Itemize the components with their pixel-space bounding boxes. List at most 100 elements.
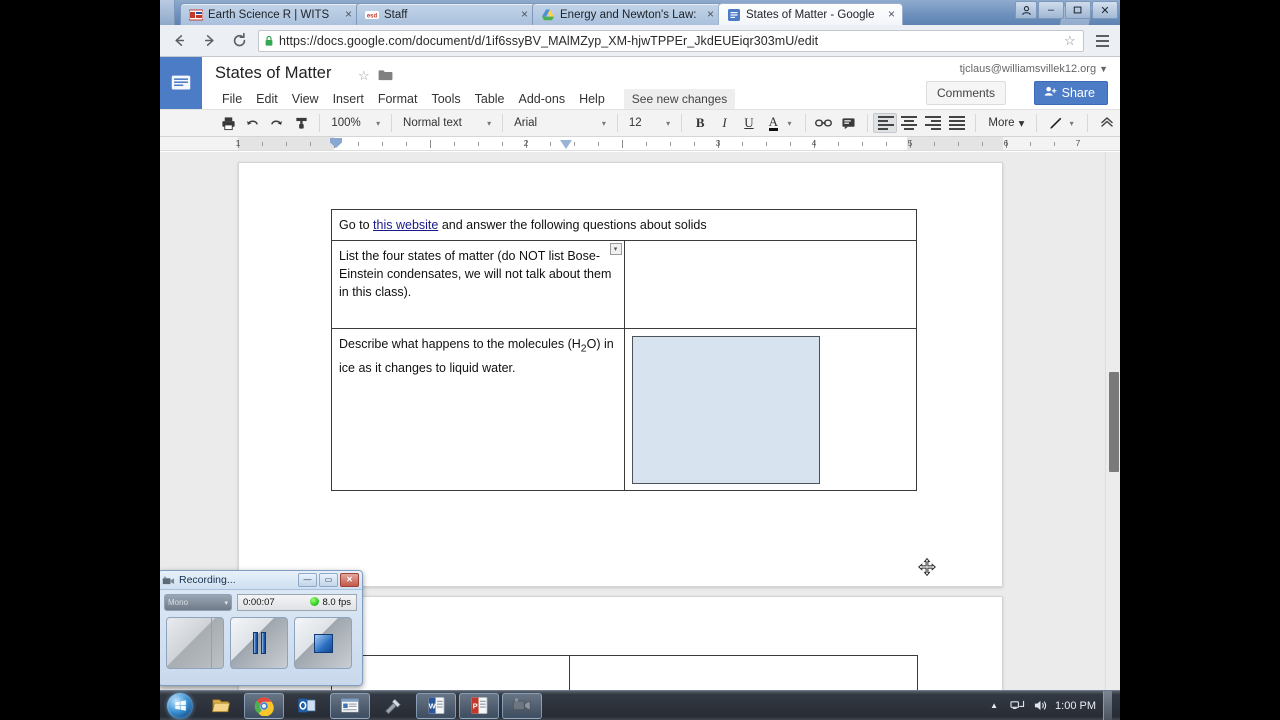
question-cell-1[interactable]: List the four states of matter (do NOT l… [331,240,625,329]
chrome-menu-button[interactable] [1092,30,1112,52]
forward-button[interactable] [198,30,220,52]
folder-icon[interactable] [378,68,393,86]
show-desktop-button[interactable] [1103,690,1112,720]
menu-item-addons[interactable]: Add-ons [512,90,573,108]
menu-item-insert[interactable]: Insert [326,90,371,108]
address-bar[interactable]: https://docs.google.com/document/d/1if6s… [258,29,1084,52]
user-profile-button[interactable] [1015,1,1037,19]
share-button[interactable]: Share [1033,81,1108,105]
pencil-icon[interactable] [1043,112,1067,134]
google-docs-icon [727,8,741,22]
minimize-button[interactable]: – [1038,1,1064,19]
taskbar-clock[interactable]: 1:00 PM [1055,700,1096,712]
google-docs-logo[interactable] [160,57,202,109]
edit-mode-dropdown[interactable]: ▾ [1068,112,1081,134]
menu-item-edit[interactable]: Edit [249,90,285,108]
image-placeholder[interactable] [631,336,820,484]
menu-item-view[interactable]: View [285,90,326,108]
text-color-dropdown[interactable]: ▾ [785,112,798,134]
star-icon[interactable]: ☆ [358,68,370,84]
menu-item-tools[interactable]: Tools [424,90,467,108]
italic-button[interactable]: I [712,112,736,134]
underline-button[interactable]: U [737,112,761,134]
bold-button[interactable]: B [688,112,712,134]
align-center-icon[interactable] [897,113,921,133]
taskbar-item-tool[interactable] [373,693,413,719]
menu-item-help[interactable]: Help [572,90,612,108]
audio-source-dropdown[interactable]: Mono ▾ [164,594,232,611]
font-family-dropdown[interactable]: Arial ▾ [509,112,611,134]
browser-tab-3[interactable]: States of Matter - Google × [718,3,903,25]
reload-button[interactable] [228,30,250,52]
network-icon[interactable] [1009,698,1025,714]
font-size-dropdown[interactable]: 12 ▾ [624,112,675,134]
link-icon[interactable] [812,112,836,134]
questions-table-page2[interactable] [331,655,918,690]
undo-icon[interactable] [240,112,264,134]
toolbar-separator [804,114,806,132]
start-button[interactable] [162,692,198,720]
align-justify-icon[interactable] [945,113,969,133]
tab-close-icon[interactable]: × [342,8,355,21]
comments-button[interactable]: Comments [925,81,1006,105]
print-icon[interactable] [216,112,240,134]
taskbar-item-powerpoint[interactable]: P [459,692,499,719]
taskbar-item-window-app[interactable] [330,692,370,719]
add-comment-icon[interactable] [836,112,860,134]
close-window-button[interactable]: ✕ [1092,1,1118,19]
question-cell-2[interactable]: Describe what happens to the molecules (… [331,328,625,491]
bookmark-star-icon[interactable]: ☆ [1064,34,1078,47]
maximize-button[interactable] [1065,1,1091,19]
questions-table[interactable]: Go to this website and answer the follow… [331,209,917,491]
screen-recorder-window[interactable]: Recording... — ▭ ✕ Mono ▾ 0:00:07 8.0 fp… [158,570,363,686]
paragraph-style-dropdown[interactable]: Normal text ▾ [398,112,496,134]
folder-explorer-icon [211,699,230,713]
volume-icon[interactable] [1032,698,1048,714]
tab-close-icon[interactable]: × [885,8,898,21]
paint-format-icon[interactable] [289,112,313,134]
align-left-icon[interactable] [873,113,898,133]
menu-item-format[interactable]: Format [371,90,425,108]
record-button[interactable] [166,617,224,669]
google-drive-icon [541,8,555,22]
more-options-button[interactable]: More ▾ [982,116,1030,130]
browser-tab-0[interactable]: Earth Science R | WITS × [180,3,360,25]
recorder-close-button[interactable]: ✕ [340,573,359,587]
taskbar-item-word[interactable]: W [416,692,456,719]
browser-tab-1[interactable]: esd Staff × [356,3,536,25]
this-website-link[interactable]: this website [373,218,438,232]
answer-cell-1[interactable] [623,240,917,329]
cell-options-handle[interactable]: ▾ [609,243,622,255]
answer-cell-3[interactable] [569,655,918,690]
tab-close-icon[interactable]: × [704,8,717,21]
stop-button[interactable] [294,617,352,669]
account-email[interactable]: tjclaus@williamsvillek12.org ▼ [960,63,1108,75]
taskbar-item-chrome[interactable] [244,692,284,719]
tab-close-icon[interactable]: × [518,8,531,21]
page-title[interactable]: States of Matter [215,64,331,83]
tray-expand-icon[interactable]: ▲ [986,698,1002,714]
vertical-scrollbar[interactable] [1105,152,1120,690]
document-ruler[interactable]: 1 2 3 4 5 6 7 [160,137,1120,151]
scrollbar-thumb[interactable] [1109,372,1119,472]
taskbar-item-outlook[interactable] [287,693,327,719]
taskbar-item-explorer[interactable] [201,693,241,719]
align-right-icon[interactable] [921,113,945,133]
taskbar-item-camera-app[interactable] [502,692,542,719]
answer-cell-2[interactable] [623,328,917,491]
pause-button[interactable] [230,617,288,669]
recorder-title-bar[interactable]: Recording... — ▭ ✕ [159,571,362,590]
question-cell-3[interactable] [331,655,570,690]
see-new-changes-button[interactable]: See new changes [623,89,736,109]
zoom-dropdown[interactable]: 100% ▾ [326,112,385,134]
back-button[interactable] [168,30,190,52]
recorder-restore-button[interactable]: ▭ [319,573,338,587]
chevron-up-icon[interactable] [1094,115,1120,132]
menu-item-file[interactable]: File [215,90,249,108]
table-header-cell[interactable]: Go to this website and answer the follow… [331,209,917,241]
redo-icon[interactable] [265,112,289,134]
recorder-minimize-button[interactable]: — [298,573,317,587]
menu-item-table[interactable]: Table [468,90,512,108]
browser-tab-2[interactable]: Energy and Newton's Law: × [532,3,722,25]
text-color-button[interactable]: A [761,112,785,134]
